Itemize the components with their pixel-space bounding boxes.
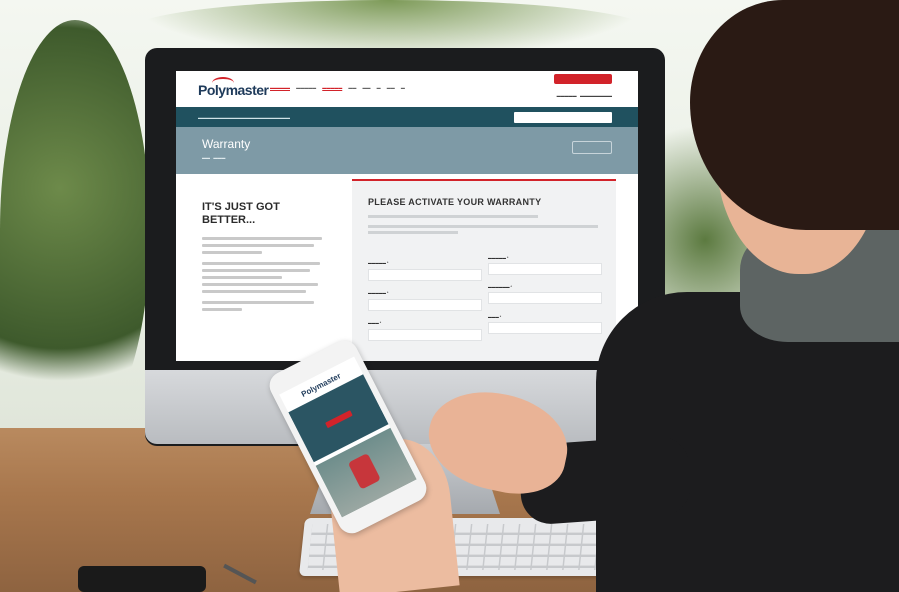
text-line (202, 244, 314, 247)
form-intro-line (368, 231, 458, 234)
text-line (202, 290, 306, 293)
header-contacts: ▬▬▬▬▬ ▬▬▬▬▬▬▬▬ (556, 93, 612, 98)
nav-item[interactable]: ▬▬ (363, 85, 371, 90)
form-field[interactable] (368, 329, 482, 341)
form-field[interactable] (368, 269, 482, 281)
warranty-form: PLEASE ACTIVATE YOUR WARRANTY ▬▬▬▬▬ * ▬▬… (352, 179, 616, 361)
breadcrumb[interactable]: ▬▬ ▬▬▬ (202, 155, 225, 160)
field-label: ▬▬▬▬▬ * (368, 291, 389, 295)
field-label: ▬▬▬▬▬ * (488, 256, 509, 260)
form-field[interactable] (488, 322, 602, 334)
form-field[interactable] (368, 299, 482, 311)
nav-item[interactable]: ▬▬▬▬▬ (322, 85, 342, 90)
photo-scene: Polymaster ▬▬▬▬▬ ▬▬▬▬▬ ▬▬▬▬▬ ▬▬ ▬▬ ▬ ▬▬ … (0, 0, 899, 592)
title-bar-button[interactable] (572, 141, 612, 154)
logo-swoosh-icon (212, 77, 234, 89)
text-line (202, 269, 310, 272)
search-input[interactable] (514, 112, 612, 123)
text-line (202, 283, 318, 286)
monitor-screen: Polymaster ▬▬▬▬▬ ▬▬▬▬▬ ▬▬▬▬▬ ▬▬ ▬▬ ▬ ▬▬ … (176, 71, 638, 361)
text-line (202, 301, 314, 304)
form-heading: PLEASE ACTIVATE YOUR WARRANTY (368, 197, 542, 207)
field-label: ▬▬▬ * (488, 315, 502, 319)
foliage-left (0, 20, 150, 440)
text-line (202, 276, 282, 279)
form-intro-line (368, 215, 538, 218)
left-heading: IT'S JUST GOT BETTER... (202, 201, 280, 226)
field-label: ▬▬▬▬▬ * (368, 261, 389, 265)
nav-item[interactable]: ▬ (377, 85, 381, 90)
text-line (202, 262, 320, 265)
field-label: ▬▬▬▬▬▬ * (488, 285, 512, 289)
text-line (202, 308, 242, 311)
nav-item[interactable]: ▬ (401, 85, 405, 90)
black-device (78, 566, 206, 592)
nav-item[interactable]: ▬▬▬▬▬ (296, 85, 316, 90)
date-field[interactable] (488, 292, 602, 304)
page-title-bar: Warranty ▬▬ ▬▬▬ (176, 127, 638, 174)
text-line (202, 237, 322, 240)
form-field[interactable] (488, 263, 602, 275)
site-nav: ▬▬▬▬▬ ▬▬▬▬▬ ▬▬▬▬▬ ▬▬ ▬▬ ▬ ▬▬ ▬ (270, 85, 410, 90)
text-line (202, 251, 262, 254)
nav-item[interactable]: ▬▬ (348, 85, 356, 90)
left-column: IT'S JUST GOT BETTER... (202, 201, 332, 311)
nav-item[interactable]: ▬▬▬▬▬ (270, 85, 290, 90)
nav-item[interactable]: ▬▬ (387, 85, 395, 90)
monitor-chin (145, 370, 665, 444)
form-intro-line (368, 225, 598, 228)
header-cta-button[interactable] (554, 74, 612, 84)
announcement-text: ▬▬▬▬▬▬▬▬▬▬▬▬▬▬▬▬▬▬▬▬▬▬▬ (198, 115, 290, 120)
field-label: ▬▬▬ * (368, 321, 382, 325)
announcement-bar: ▬▬▬▬▬▬▬▬▬▬▬▬▬▬▬▬▬▬▬▬▬▬▬ (176, 107, 638, 127)
page-title: Warranty (202, 137, 251, 151)
site-header: Polymaster ▬▬▬▬▬ ▬▬▬▬▬ ▬▬▬▬▬ ▬▬ ▬▬ ▬ ▬▬ … (176, 71, 638, 107)
